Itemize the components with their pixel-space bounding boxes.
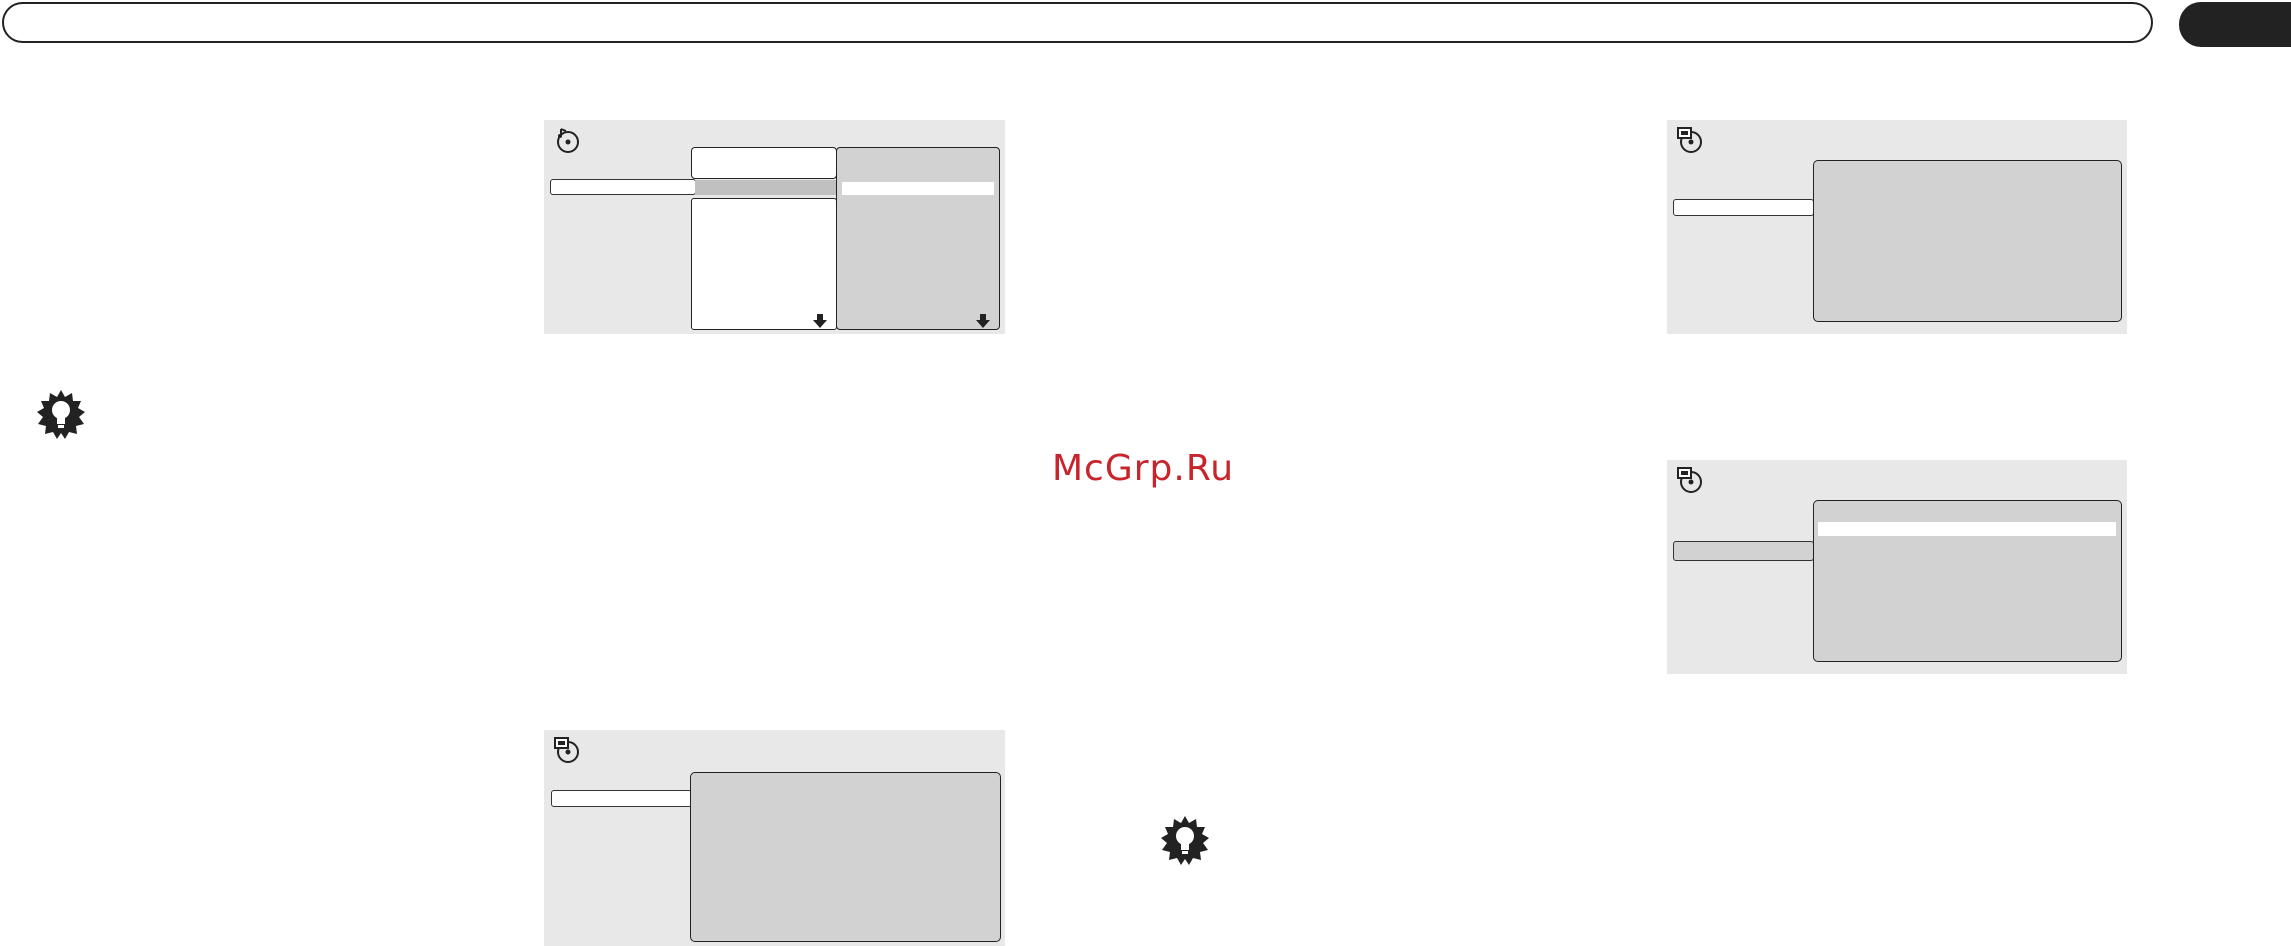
value-list[interactable] bbox=[1813, 160, 2122, 322]
video-settings-screen bbox=[544, 730, 1005, 946]
option-tab-header bbox=[691, 147, 837, 179]
value-highlight[interactable] bbox=[842, 182, 994, 195]
value-list[interactable] bbox=[690, 772, 1001, 942]
video-settings-screen bbox=[1667, 460, 2127, 674]
lightbulb-tip-icon bbox=[1161, 816, 1209, 865]
audio-disc-icon bbox=[557, 128, 579, 153]
video-settings-screen bbox=[1667, 120, 2127, 334]
option-highlight[interactable] bbox=[695, 180, 837, 195]
menu-item-selected[interactable] bbox=[1673, 199, 1814, 216]
menu-item-selected[interactable] bbox=[550, 179, 696, 195]
video-disc-icon bbox=[1677, 467, 1702, 493]
scroll-down-arrow-icon[interactable] bbox=[813, 314, 827, 328]
option-list[interactable] bbox=[691, 198, 837, 330]
page-number-tab bbox=[2179, 2, 2291, 47]
watermark-text: McGrp.Ru bbox=[1052, 448, 1235, 489]
audio-settings-screen bbox=[544, 120, 1005, 334]
menu-item-selected[interactable] bbox=[551, 790, 692, 807]
page-header-frame bbox=[2, 2, 2153, 43]
lightbulb-tip-icon bbox=[37, 390, 85, 439]
menu-item-selected[interactable] bbox=[1673, 541, 1814, 561]
value-highlight[interactable] bbox=[1818, 522, 2116, 536]
video-disc-icon bbox=[554, 737, 579, 763]
value-list[interactable] bbox=[836, 147, 1000, 330]
video-disc-icon bbox=[1677, 127, 1702, 153]
scroll-down-arrow-icon[interactable] bbox=[976, 314, 990, 328]
